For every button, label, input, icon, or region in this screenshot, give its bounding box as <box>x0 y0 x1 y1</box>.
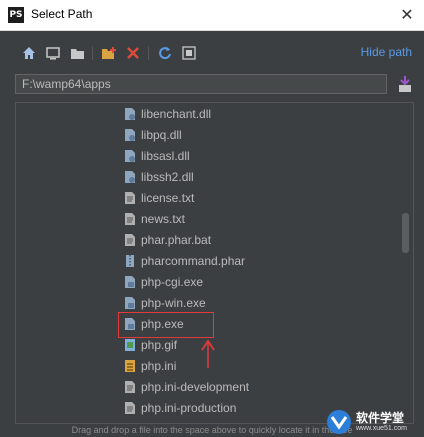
phpstorm-app-icon: PS <box>8 7 24 23</box>
folder-icon[interactable] <box>68 44 86 62</box>
archive-file-icon <box>124 254 136 268</box>
exe-file-icon <box>124 275 136 289</box>
file-item[interactable]: pharcommand.phar <box>124 250 245 271</box>
toolbar-separator <box>148 46 149 60</box>
window-title: Select Path <box>31 7 93 21</box>
file-item-label: license.txt <box>141 190 195 205</box>
text-file-icon <box>124 233 136 247</box>
file-item-label: php.ini-production <box>141 400 237 415</box>
file-item-label: libsasl.dll <box>141 148 190 163</box>
dll-file-icon <box>124 170 136 184</box>
desktop-icon[interactable] <box>44 44 62 62</box>
file-item-label: pharcommand.phar <box>141 253 246 268</box>
dll-file-icon <box>124 107 136 121</box>
file-item-label: php-cgi.exe <box>141 274 204 289</box>
file-item[interactable]: license.txt <box>124 187 194 208</box>
watermark-logo-icon <box>327 410 351 434</box>
refresh-icon[interactable] <box>156 44 174 62</box>
file-item-label: libenchant.dll <box>141 106 212 121</box>
title-bar: PS Select Path ✕ <box>0 0 424 31</box>
file-item[interactable]: libssh2.dll <box>124 166 194 187</box>
file-item-label: php.gif <box>141 337 178 352</box>
ini-file-icon <box>124 359 136 373</box>
exe-file-icon <box>124 296 136 310</box>
file-item[interactable]: libpq.dll <box>124 124 182 145</box>
file-item-label: php-win.exe <box>141 295 206 310</box>
file-item-label: libssh2.dll <box>141 169 194 184</box>
close-button[interactable]: ✕ <box>396 4 418 26</box>
new-folder-icon[interactable] <box>100 44 118 62</box>
text-file-icon <box>124 212 136 226</box>
file-item[interactable]: libsasl.dll <box>124 145 190 166</box>
image-file-icon <box>124 338 136 352</box>
watermark-subtitle: www.xue51.com <box>356 424 407 432</box>
file-item-label: news.txt <box>141 211 186 226</box>
file-item-label: php.ini-development <box>141 379 250 394</box>
file-item[interactable]: php-win.exe <box>124 292 206 313</box>
file-item[interactable]: php-cgi.exe <box>124 271 203 292</box>
file-item[interactable]: php.ini-development <box>124 376 249 397</box>
file-item-label: libpq.dll <box>141 127 182 142</box>
file-item[interactable]: libenchant.dll <box>124 103 211 124</box>
file-item-label: phar.phar.bat <box>141 232 212 247</box>
scrollbar-thumb[interactable] <box>402 213 409 253</box>
file-item-label: php.ini <box>141 358 177 373</box>
file-item[interactable]: php.ini-production <box>124 397 236 418</box>
file-item[interactable]: php.ini <box>124 355 176 376</box>
text-file-icon <box>124 401 136 415</box>
annotation-highlight-box <box>118 312 214 338</box>
watermark: 软件学堂 www.xue51.com <box>326 407 422 437</box>
text-file-icon <box>124 380 136 394</box>
dll-file-icon <box>124 149 136 163</box>
toolbar-separator <box>92 46 93 60</box>
hide-path-link[interactable]: Hide path <box>361 45 412 59</box>
delete-icon[interactable] <box>124 44 142 62</box>
home-icon[interactable] <box>20 44 38 62</box>
watermark-title: 软件学堂 <box>356 410 405 425</box>
dll-file-icon <box>124 128 136 142</box>
file-item[interactable]: phar.phar.bat <box>124 229 211 250</box>
file-tree[interactable]: libenchant.dll libpq.dll libsasl.dll libssh… <box>15 102 414 424</box>
annotation-arrow-icon <box>200 339 216 370</box>
show-hidden-icon[interactable] <box>180 44 198 62</box>
file-item[interactable]: news.txt <box>124 208 185 229</box>
download-icon[interactable] <box>396 74 414 94</box>
path-input[interactable] <box>15 74 387 94</box>
text-file-icon <box>124 191 136 205</box>
